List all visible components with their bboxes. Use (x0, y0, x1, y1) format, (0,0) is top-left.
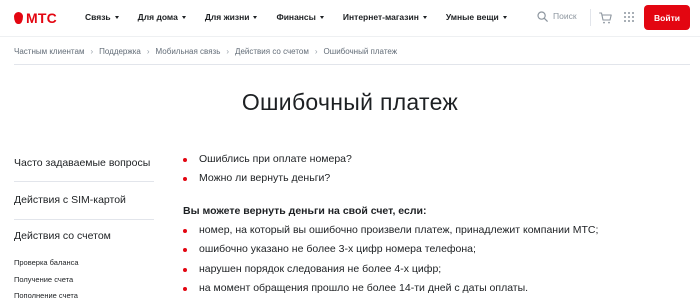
breadcrumb-separator: › (90, 47, 94, 56)
nav-item-label: Умные вещи (445, 12, 499, 22)
condition-item: ошибочно указано не более 3-х цифр номер… (183, 243, 476, 256)
bullet-dot (183, 157, 187, 162)
bullet-dot (183, 267, 187, 272)
question-text: Ошиблись при оплате номера? (199, 153, 352, 165)
apps-grid-icon[interactable] (624, 12, 634, 22)
bullet-dot (183, 228, 187, 233)
question-text: Можно ли вернуть деньги? (199, 172, 331, 184)
sidebar-item-sim[interactable]: Действия с SIM-картой (14, 194, 126, 207)
condition-item: на момент обращения прошло не более 14-т… (183, 282, 528, 295)
condition-text: номер, на который вы ошибочно произвели … (199, 224, 599, 236)
bullet-dot (183, 247, 187, 252)
breadcrumb: Частным клиентам › Поддержка › Мобильная… (14, 46, 397, 57)
nav-item-label: Для жизни (204, 12, 250, 22)
nav-item-svyaz[interactable]: Связь (85, 12, 119, 23)
condition-text: ошибочно указано не более 3-х цифр номер… (199, 243, 476, 255)
nav-item-label: Финансы (276, 12, 316, 22)
nav-item-dlya-zhizni[interactable]: Для жизни (205, 12, 258, 23)
nav-item-label: Для дома (137, 12, 178, 22)
nav-item-label: Связь (85, 12, 111, 22)
nav-item-dlya-doma[interactable]: Для дома (138, 12, 186, 23)
search-icon (537, 11, 548, 22)
breadcrumb-item[interactable]: Действия со счетом (235, 46, 309, 57)
question-item[interactable]: Можно ли вернуть деньги? (183, 172, 330, 185)
mts-logo[interactable]: МТС (14, 11, 57, 25)
chevron-down-icon (181, 16, 186, 19)
sidebar-subitem-invoice[interactable]: Получение счета (14, 275, 73, 285)
breadcrumb-separator: › (146, 47, 150, 56)
sidebar-divider (14, 181, 154, 182)
sidebar-item-faq[interactable]: Часто задаваемые вопросы (14, 157, 150, 170)
chevron-down-icon (253, 16, 258, 19)
nav-item-internet-magazin[interactable]: Интернет-магазин (343, 12, 427, 23)
site-header: МТС Связь Для дома Для жизни Финансы Инт… (0, 0, 700, 36)
sidebar-subitem-topup[interactable]: Пополнение счета (14, 291, 78, 301)
chevron-down-icon (422, 16, 427, 19)
conditions-heading: Вы можете вернуть деньги на свой счет, е… (183, 205, 427, 217)
cart-button[interactable] (599, 11, 612, 29)
sidebar-item-account[interactable]: Действия со счетом (14, 230, 111, 243)
breadcrumb-item[interactable]: Мобильная связь (156, 46, 221, 57)
header-divider (590, 9, 591, 26)
breadcrumb-separator: › (314, 47, 318, 56)
chevron-down-icon (114, 16, 119, 19)
sidebar-divider (14, 219, 154, 220)
chevron-down-icon (319, 16, 324, 19)
search-button[interactable]: Поиск (537, 11, 577, 22)
condition-item: нарушен порядок следования не более 4-х … (183, 263, 441, 276)
breadcrumb-separator: › (226, 47, 230, 56)
logo-text: МТС (26, 10, 57, 26)
search-label: Поиск (553, 11, 577, 21)
page-title: Ошибочный платеж (241, 89, 459, 115)
bullet-dot (183, 286, 187, 291)
cart-icon (599, 12, 612, 24)
nav-item-label: Интернет-магазин (342, 12, 419, 22)
mts-egg-icon (14, 12, 23, 24)
condition-text: нарушен порядок следования не более 4-х … (199, 263, 442, 275)
breadcrumb-item[interactable]: Частным клиентам (14, 46, 84, 57)
chevron-down-icon (502, 16, 507, 19)
sidebar-subitem-balance[interactable]: Проверка баланса (14, 258, 79, 268)
condition-item: номер, на который вы ошибочно произвели … (183, 224, 598, 237)
question-item[interactable]: Ошиблись при оплате номера? (183, 153, 352, 166)
breadcrumb-current: Ошибочный платеж (323, 47, 398, 56)
nav-item-finansy[interactable]: Финансы (276, 12, 324, 23)
nav-item-umnye-veshchi[interactable]: Умные вещи (446, 12, 507, 23)
breadcrumb-item[interactable]: Поддержка (99, 46, 141, 57)
condition-text: на момент обращения прошло не более 14-т… (199, 282, 529, 294)
breadcrumb-divider (14, 64, 690, 65)
bullet-dot (183, 176, 187, 181)
main-nav: Связь Для дома Для жизни Финансы Интерне… (85, 12, 526, 23)
header-divider-line (0, 36, 700, 37)
login-button[interactable]: Войти (644, 5, 690, 30)
